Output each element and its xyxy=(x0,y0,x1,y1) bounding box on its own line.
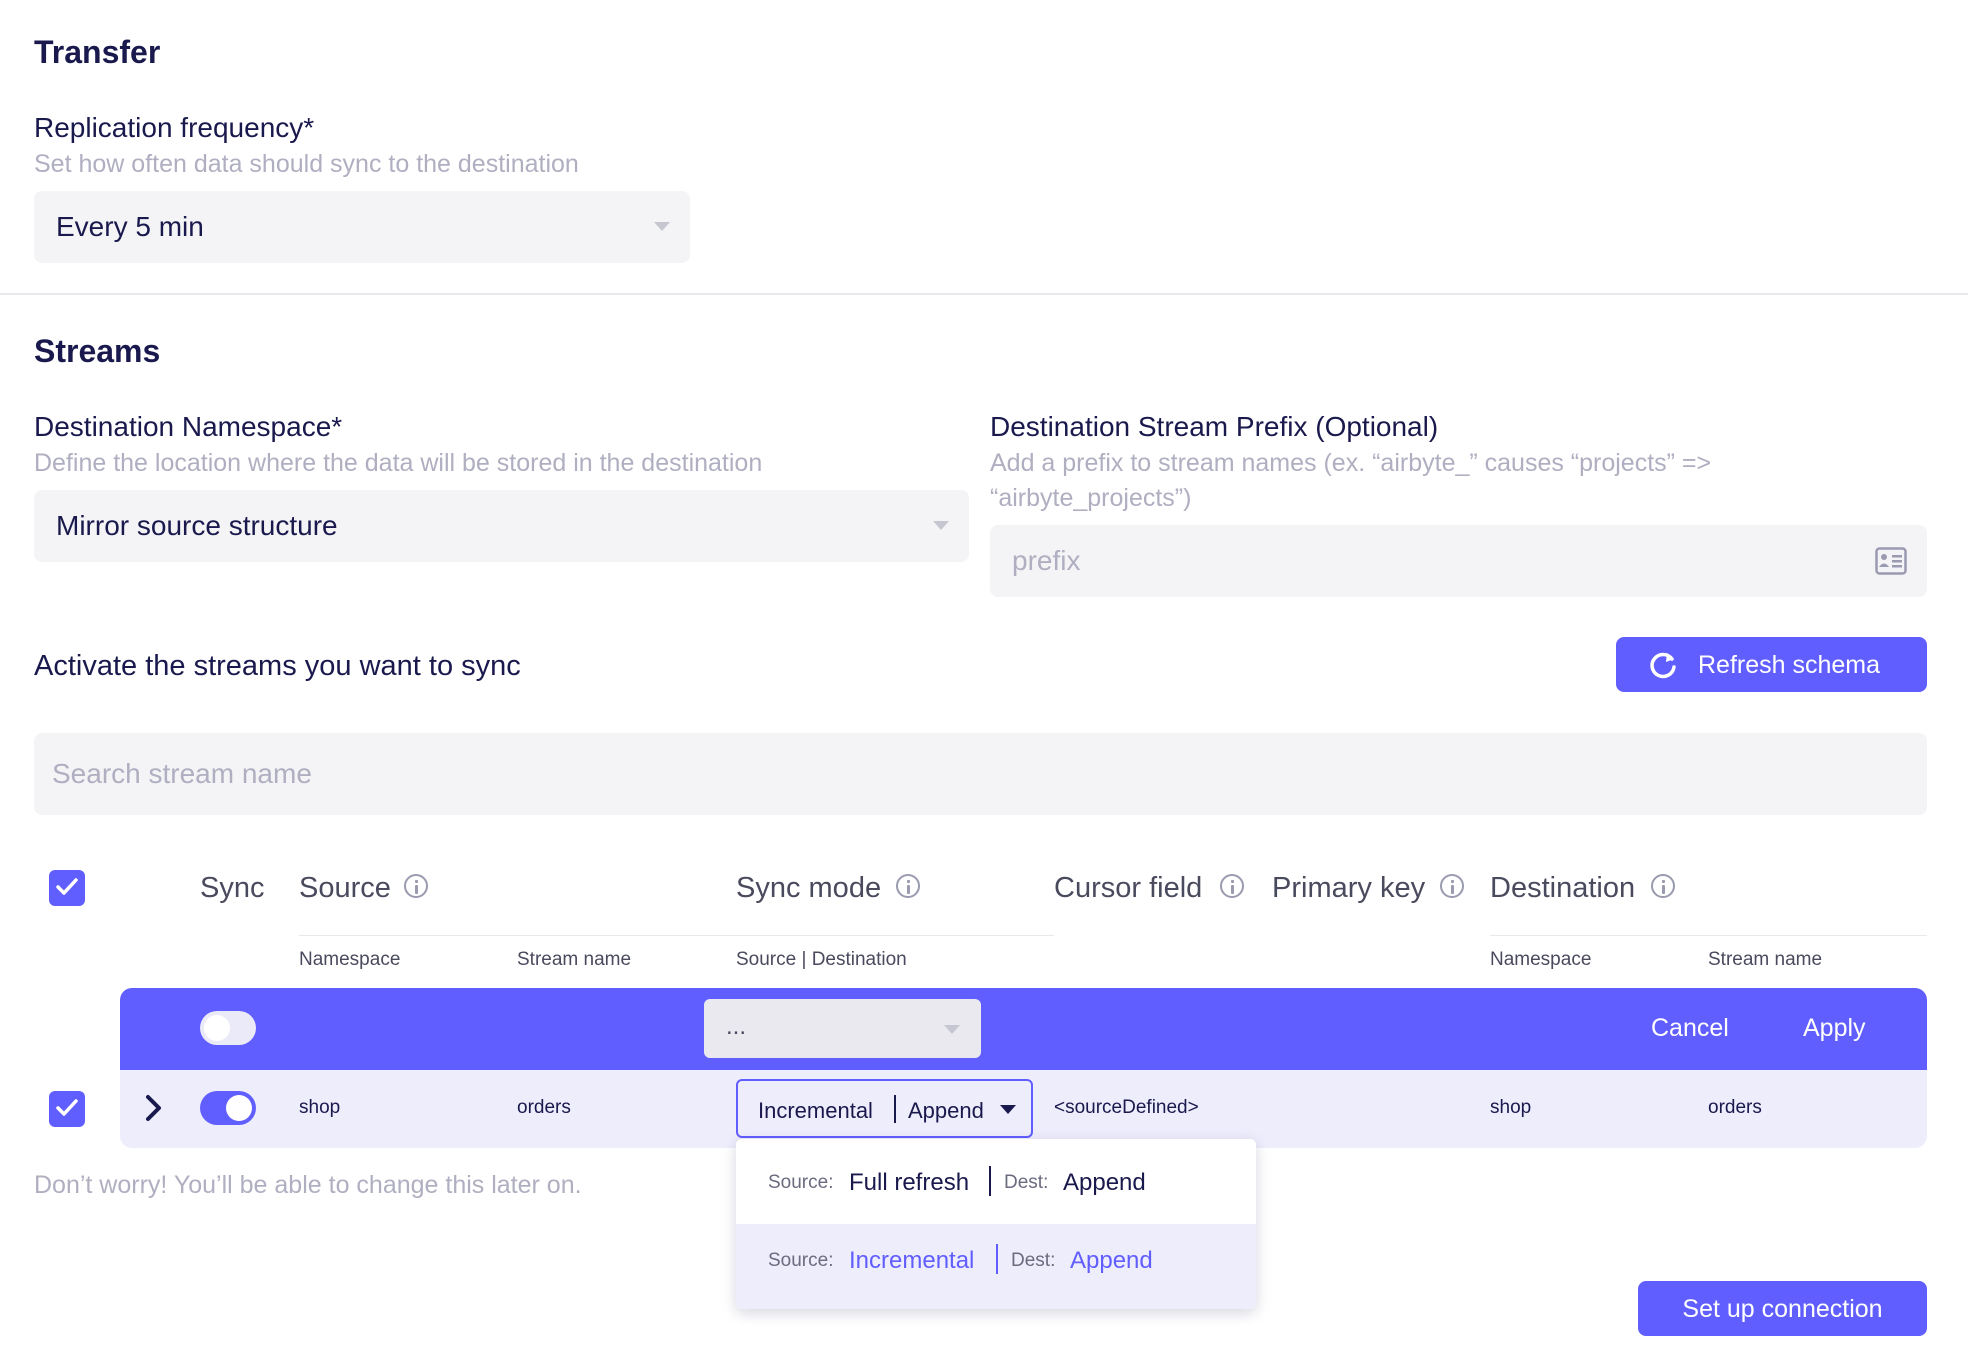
option-dest-value: Append xyxy=(1070,1247,1153,1274)
row-sync-mode-source: Incremental xyxy=(758,1098,873,1123)
source-stream-name-subheader: Stream name xyxy=(517,949,632,970)
primary-key-info-icon[interactable] xyxy=(1440,874,1464,898)
option-separator xyxy=(996,1244,998,1274)
destination-header-underline xyxy=(1490,935,1927,936)
stream-prefix-input[interactable]: prefix xyxy=(990,525,1927,597)
caret-down-icon xyxy=(1000,1105,1016,1114)
option-source-label: Source: xyxy=(768,1172,834,1193)
option-source-label: Source: xyxy=(768,1250,834,1271)
option-source-value: Incremental xyxy=(849,1247,975,1274)
row-destination-stream-name: orders xyxy=(1708,1097,1762,1118)
destination-namespace-label: Destination Namespace* xyxy=(34,411,343,442)
search-stream-placeholder: Search stream name xyxy=(52,758,312,789)
row-sync-mode-dest: Append xyxy=(908,1098,984,1123)
row-source-namespace: shop xyxy=(299,1097,341,1118)
destination-column-header: Destination xyxy=(1490,872,1636,904)
sync-mode-info-icon[interactable] xyxy=(896,874,920,898)
option-dest-label: Dest: xyxy=(1004,1172,1049,1193)
toggle-knob xyxy=(226,1095,252,1121)
replication-frequency-label: Replication frequency* xyxy=(34,112,315,143)
bulk-sync-mode-select[interactable]: ... xyxy=(704,999,981,1058)
option-source-value: Full refresh xyxy=(849,1169,970,1196)
refresh-icon xyxy=(1648,650,1678,687)
stream-prefix-placeholder: prefix xyxy=(1012,545,1081,576)
replication-frequency-value: Every 5 min xyxy=(56,211,204,242)
set-up-connection-button[interactable]: Set up connection xyxy=(1638,1281,1927,1336)
row-sync-toggle[interactable] xyxy=(200,1091,256,1125)
refresh-schema-button[interactable]: Refresh schema xyxy=(1616,637,1927,692)
stream-prefix-description-line1: Add a prefix to stream names (ex. “airby… xyxy=(990,449,1712,477)
stream-prefix-description-line2: “airbyte_projects”) xyxy=(990,484,1192,512)
replication-frequency-description: Set how often data should sync to the de… xyxy=(34,150,579,178)
source-info-icon[interactable] xyxy=(404,874,428,898)
cursor-field-info-icon[interactable] xyxy=(1220,874,1244,898)
destination-info-icon[interactable] xyxy=(1651,874,1675,898)
option-separator xyxy=(989,1166,991,1196)
sync-mode-dropdown: Source: Full refresh Dest: Append Source… xyxy=(736,1139,1256,1309)
select-all-checkbox[interactable] xyxy=(49,870,85,906)
chevron-down-icon xyxy=(944,1025,960,1034)
source-header-underline xyxy=(299,935,1054,936)
contact-card-icon xyxy=(1875,547,1907,580)
source-column-header: Source xyxy=(299,872,391,904)
activate-streams-label: Activate the streams you want to sync xyxy=(34,650,521,682)
stream-prefix-label: Destination Stream Prefix (Optional) xyxy=(990,411,1439,442)
sync-mode-column-header: Sync mode xyxy=(736,872,882,904)
row-sync-mode-select[interactable]: Incremental Append xyxy=(736,1079,1033,1138)
row-select-checkbox[interactable] xyxy=(49,1091,85,1127)
row-destination-namespace: shop xyxy=(1490,1097,1532,1118)
destination-stream-name-subheader: Stream name xyxy=(1708,949,1823,970)
source-namespace-subheader: Namespace xyxy=(299,949,401,970)
destination-namespace-description: Define the location where the data will … xyxy=(34,449,763,477)
destination-namespace-subheader: Namespace xyxy=(1490,949,1592,970)
toggle-knob xyxy=(204,1015,230,1041)
bulk-sync-mode-value: ... xyxy=(726,1013,747,1040)
search-stream-input[interactable]: Search stream name xyxy=(34,733,1927,815)
section-divider xyxy=(0,293,1968,295)
change-later-note: Don’t worry! You’ll be able to change th… xyxy=(34,1171,582,1199)
sync-column-header: Sync xyxy=(200,872,265,904)
chevron-right-icon[interactable] xyxy=(145,1094,163,1127)
refresh-schema-label: Refresh schema xyxy=(1698,651,1881,679)
option-dest-label: Dest: xyxy=(1011,1250,1056,1271)
option-dest-value: Append xyxy=(1063,1169,1146,1196)
sync-mode-subheader: Source | Destination xyxy=(736,949,907,970)
cursor-field-column-header: Cursor field xyxy=(1054,872,1203,904)
destination-namespace-value: Mirror source structure xyxy=(56,510,338,541)
destination-namespace-select[interactable]: Mirror source structure xyxy=(34,490,969,562)
transfer-heading: Transfer xyxy=(34,34,161,70)
row-cursor-field[interactable]: <sourceDefined> xyxy=(1054,1097,1199,1119)
chevron-down-icon xyxy=(654,222,670,231)
bulk-edit-row: ... Cancel Apply xyxy=(120,988,1927,1070)
bulk-apply-button[interactable]: Apply xyxy=(1803,1014,1866,1043)
dropdown-option[interactable]: Source: Full refresh Dest: Append xyxy=(736,1139,1256,1224)
streams-heading: Streams xyxy=(34,333,161,369)
dropdown-option-selected[interactable]: Source: Incremental Dest: Append xyxy=(736,1224,1256,1309)
set-up-connection-label: Set up connection xyxy=(1682,1295,1883,1323)
replication-frequency-select[interactable]: Every 5 min xyxy=(34,191,690,263)
row-source-stream-name: orders xyxy=(517,1097,571,1118)
bulk-sync-toggle[interactable] xyxy=(200,1011,256,1045)
primary-key-column-header: Primary key xyxy=(1272,872,1426,904)
mode-separator xyxy=(894,1095,896,1123)
bulk-cancel-button[interactable]: Cancel xyxy=(1651,1014,1729,1043)
chevron-down-icon xyxy=(933,521,949,530)
